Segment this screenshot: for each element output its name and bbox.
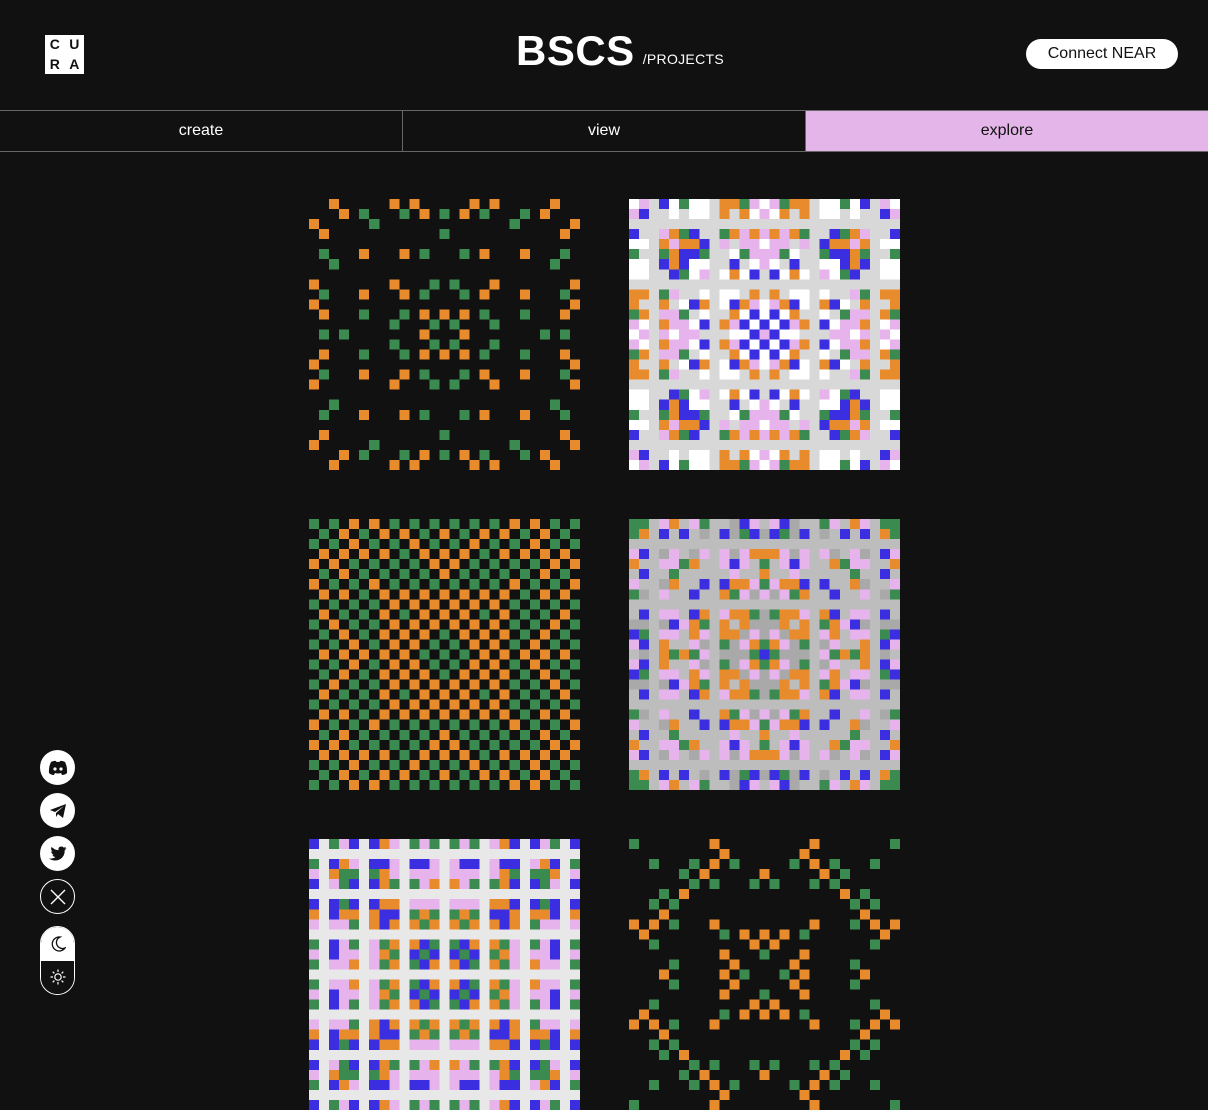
twitter-icon	[49, 846, 67, 860]
gallery-item[interactable]	[309, 519, 580, 790]
page-title-group: BSCS /PROJECTS	[516, 27, 724, 73]
header: C U R A BSCS /PROJECTS Connect NEAR	[0, 0, 1208, 110]
tab-create[interactable]: create	[0, 111, 402, 151]
gallery-item[interactable]	[309, 199, 580, 470]
cura-logo[interactable]: C U R A	[45, 35, 84, 74]
connect-near-button[interactable]: Connect NEAR	[1026, 39, 1178, 69]
discord-icon	[48, 760, 67, 775]
moon-icon	[51, 936, 66, 952]
logo-letter: U	[69, 36, 80, 52]
artwork-1-pattern	[309, 199, 580, 470]
gallery-item[interactable]	[629, 839, 900, 1110]
gallery-item[interactable]	[309, 839, 580, 1110]
logo-letter: C	[49, 36, 60, 52]
artwork-3-pattern	[309, 519, 580, 790]
logo-letter: R	[49, 55, 60, 72]
logo-letter: A	[69, 55, 80, 72]
light-mode-button[interactable]	[41, 960, 74, 994]
page-subtitle: /PROJECTS	[642, 51, 724, 67]
page-title: BSCS	[516, 27, 635, 74]
telegram-button[interactable]	[40, 793, 75, 828]
close-x-icon	[50, 889, 65, 904]
gallery-item[interactable]	[629, 519, 900, 790]
gallery-item[interactable]	[629, 199, 900, 470]
tab-view[interactable]: view	[402, 111, 805, 151]
artwork-2-pattern	[629, 199, 900, 470]
tab-explore[interactable]: explore	[805, 111, 1208, 151]
close-button[interactable]	[40, 879, 75, 914]
dark-mode-button[interactable]	[41, 927, 74, 961]
sun-icon	[50, 969, 65, 985]
discord-button[interactable]	[40, 750, 75, 785]
twitter-button[interactable]	[40, 836, 75, 871]
artwork-4-pattern	[629, 519, 900, 790]
artwork-5-pattern	[309, 839, 580, 1110]
theme-toggle	[40, 926, 75, 995]
tab-bar: create view explore	[0, 110, 1208, 152]
telegram-icon	[49, 803, 66, 818]
artwork-6-pattern	[629, 839, 900, 1110]
